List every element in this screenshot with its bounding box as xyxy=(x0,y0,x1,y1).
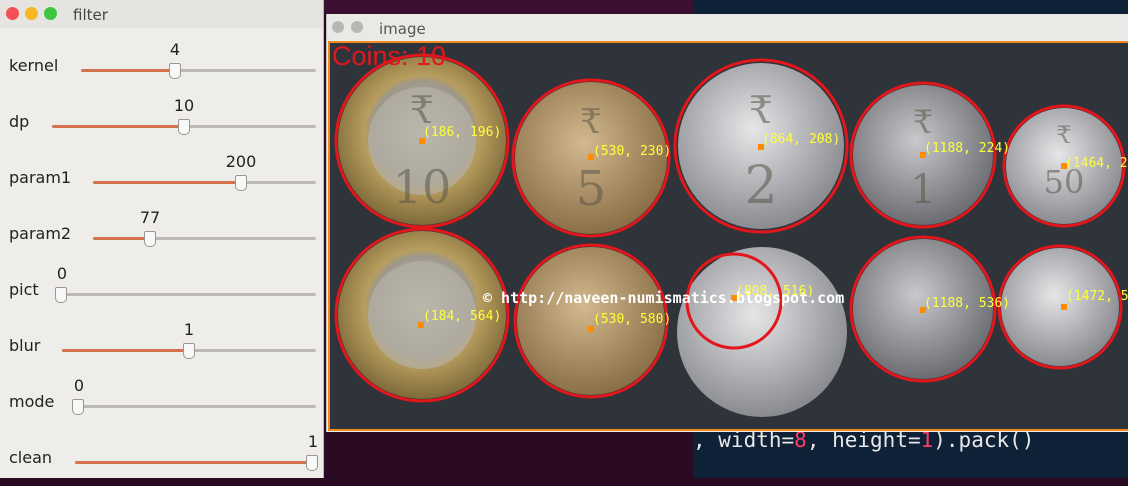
minimize-icon[interactable] xyxy=(351,21,363,33)
slider-row-blur: blur 1 xyxy=(0,318,323,374)
coin xyxy=(677,247,847,417)
slider-track[interactable] xyxy=(52,119,316,135)
slider-handle[interactable] xyxy=(144,231,156,247)
slider-handle[interactable] xyxy=(72,399,84,415)
slider-value: 0 xyxy=(56,264,68,283)
slider-handle[interactable] xyxy=(235,175,247,191)
slider-handle[interactable] xyxy=(306,455,318,471)
slider-value: 1 xyxy=(183,320,195,339)
coins-count-label: Coins: 10 xyxy=(332,41,447,71)
image-window: image ₹ 10 ₹ 5 ₹ 2 ₹ 1 ₹ 50 Coins: 10 © … xyxy=(326,14,1128,432)
slider-label: param1 xyxy=(9,168,72,187)
slider-row-dp: dp 10 xyxy=(0,94,323,150)
slider-value: 4 xyxy=(169,40,181,59)
window-title: image xyxy=(379,20,426,38)
slider-label: kernel xyxy=(9,56,59,75)
slider-track[interactable] xyxy=(93,175,316,191)
slider-row-pict: pict 0 xyxy=(0,262,323,318)
slider-handle[interactable] xyxy=(183,343,195,359)
slider-label: clean xyxy=(9,448,53,467)
coin-label: (1188, 536) xyxy=(924,296,1011,311)
slider-row-param2: param2 77 xyxy=(0,206,323,262)
filter-window: filter kernel 4 dp 10 param1 200 param2 … xyxy=(0,0,324,478)
coin-label: (530, 580) xyxy=(593,312,672,327)
slider-label: pict xyxy=(9,280,39,299)
svg-text:5: 5 xyxy=(576,161,607,217)
coin xyxy=(1001,248,1119,366)
slider-row-param1: param1 200 xyxy=(0,150,323,206)
window-title: filter xyxy=(73,6,108,24)
slider-value: 0 xyxy=(73,376,85,395)
svg-text:10: 10 xyxy=(393,160,452,214)
slider-handle[interactable] xyxy=(178,119,190,135)
coin-label: (1464, 2 xyxy=(1065,156,1128,171)
slider-track[interactable] xyxy=(62,343,316,359)
slider-value: 10 xyxy=(173,96,195,115)
slider-label: blur xyxy=(9,336,41,355)
close-icon[interactable] xyxy=(332,21,344,33)
maximize-icon[interactable] xyxy=(44,7,57,20)
slider-row-kernel: kernel 4 xyxy=(0,38,323,94)
slider-value: 1 xyxy=(307,432,319,451)
slider-value: 77 xyxy=(139,208,161,227)
slider-row-mode: mode 0 xyxy=(0,374,323,430)
coin-label: (530, 230) xyxy=(593,144,672,159)
svg-text:₹: ₹ xyxy=(1056,121,1071,149)
slider-label: param2 xyxy=(9,224,72,243)
svg-text:₹: ₹ xyxy=(913,103,933,141)
slider-label: mode xyxy=(9,392,55,411)
slider-track[interactable] xyxy=(81,63,316,79)
coins-image: ₹10 ₹5 ₹2 ₹1 ₹50 xyxy=(330,43,1128,429)
coin-label: (808, 516) xyxy=(736,284,815,299)
close-icon[interactable] xyxy=(6,7,19,20)
image-titlebar[interactable]: image xyxy=(327,14,1128,40)
coin-label: (1472, 5 xyxy=(1066,289,1128,304)
coin-label: (186, 196) xyxy=(423,125,502,140)
slider-value: 200 xyxy=(225,152,257,171)
slider-label: dp xyxy=(9,112,30,131)
slider-track[interactable] xyxy=(72,399,316,415)
slider-handle[interactable] xyxy=(169,63,181,79)
coin-label: (184, 564) xyxy=(423,309,502,324)
slider-track[interactable] xyxy=(55,287,316,303)
slider-track[interactable] xyxy=(75,455,318,471)
svg-text:1: 1 xyxy=(910,167,935,213)
slider-handle[interactable] xyxy=(55,287,67,303)
svg-text:₹: ₹ xyxy=(580,102,602,142)
desktop-background xyxy=(323,0,695,14)
image-canvas[interactable]: ₹10 ₹5 ₹2 ₹1 ₹50 Coins: 10 © http://nave… xyxy=(328,41,1128,431)
filter-titlebar[interactable]: filter xyxy=(0,0,323,28)
svg-text:2: 2 xyxy=(744,156,777,216)
slider-track[interactable] xyxy=(93,231,316,247)
coin-label: (1188, 224) xyxy=(924,141,1011,156)
coin-label: (864, 208) xyxy=(762,132,841,147)
svg-text:₹: ₹ xyxy=(749,88,773,132)
minimize-icon[interactable] xyxy=(25,7,38,20)
